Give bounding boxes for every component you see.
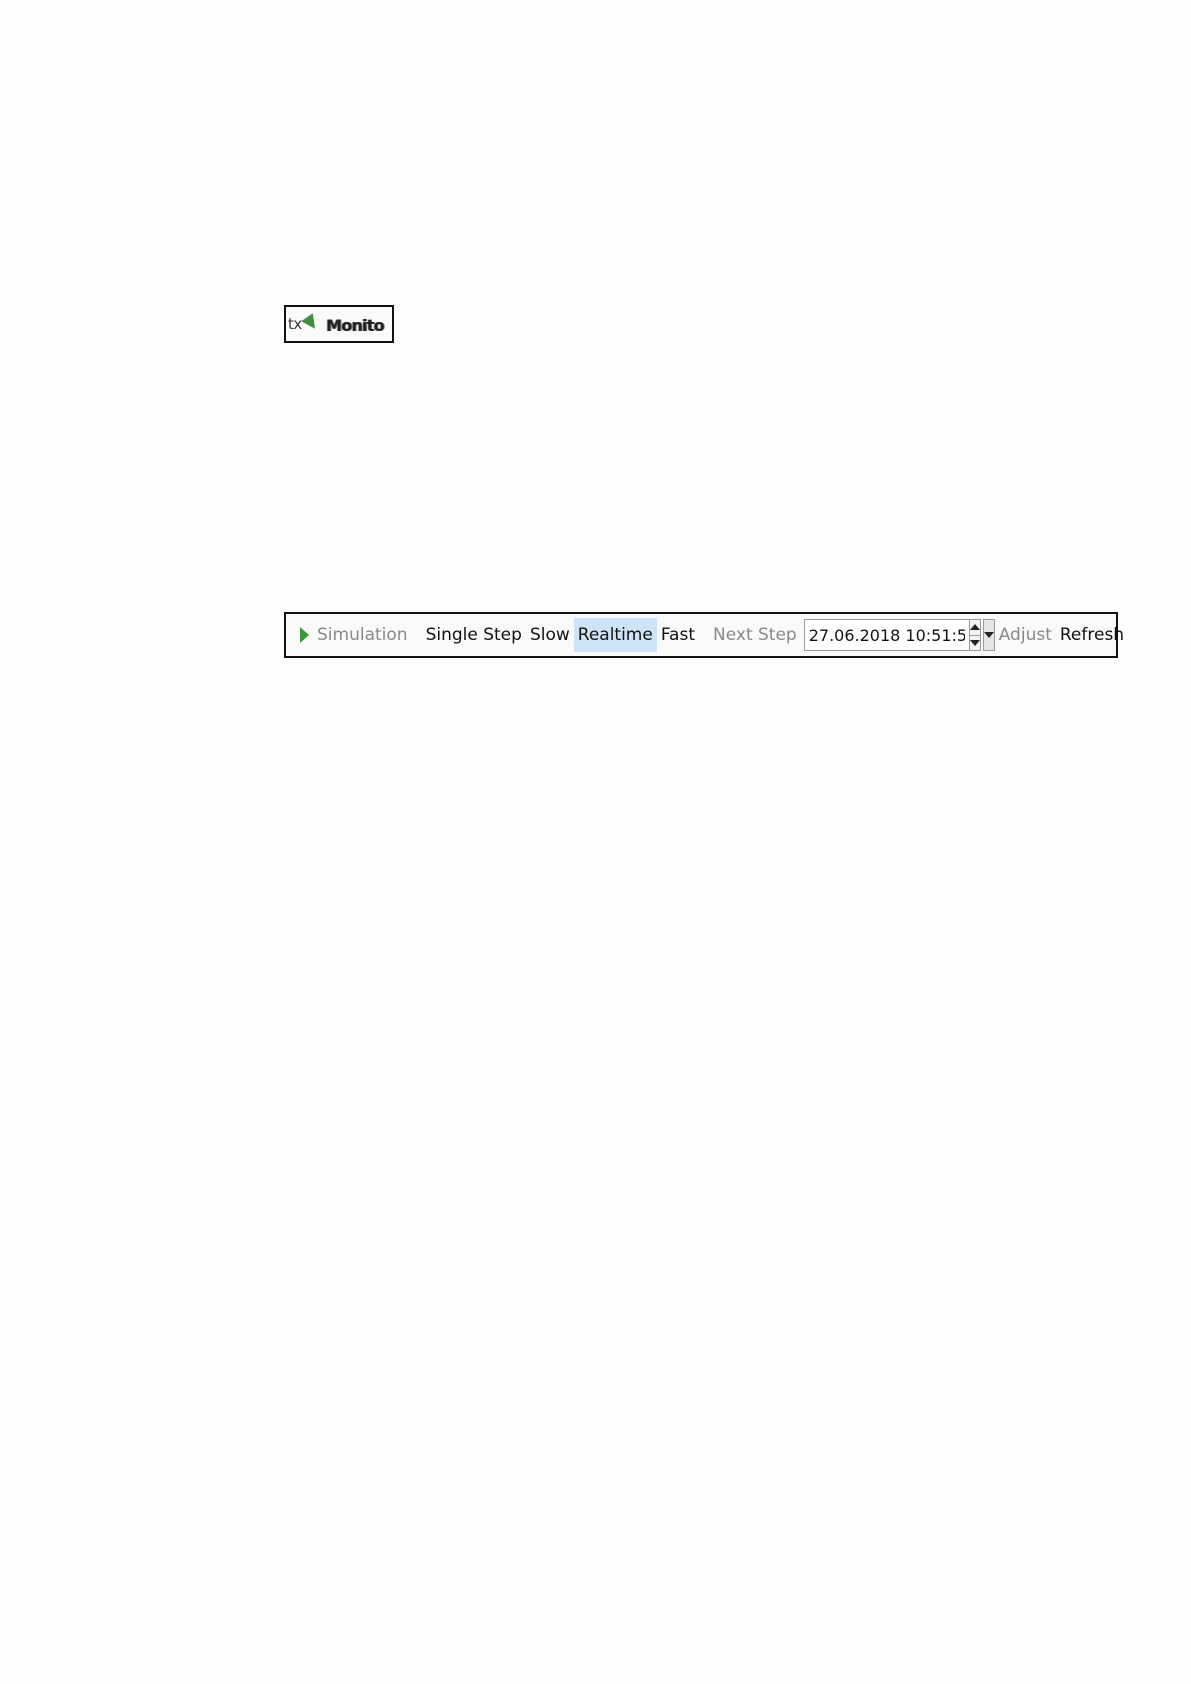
fast-button[interactable]: Fast bbox=[657, 618, 699, 652]
datetime-input[interactable] bbox=[803, 619, 970, 651]
truncated-text-fragment: tx bbox=[288, 315, 302, 333]
monitor-tab-snippet: tx Monito bbox=[284, 305, 394, 343]
arrow-down-icon bbox=[969, 639, 980, 646]
arrow-up-icon bbox=[969, 624, 980, 631]
simulation-label: Simulation bbox=[317, 625, 408, 645]
leaf-icon bbox=[301, 313, 321, 333]
simulation-button[interactable]: Simulation bbox=[296, 618, 412, 652]
slow-button[interactable]: Slow bbox=[526, 618, 574, 652]
datetime-dropdown-button[interactable] bbox=[982, 619, 995, 651]
adjust-button[interactable]: Adjust bbox=[995, 618, 1056, 652]
datetime-spinner bbox=[969, 619, 981, 651]
chevron-down-icon bbox=[983, 632, 994, 638]
spin-down-button[interactable] bbox=[969, 634, 980, 651]
refresh-button[interactable]: Refresh bbox=[1056, 618, 1128, 652]
simulation-toolbar: Simulation Single Step Slow Realtime Fas… bbox=[284, 612, 1124, 658]
play-icon bbox=[300, 627, 309, 643]
realtime-button[interactable]: Realtime bbox=[573, 618, 657, 652]
monitor-tab-label: Monito bbox=[326, 316, 384, 335]
spin-up-button[interactable] bbox=[969, 620, 980, 635]
next-step-button[interactable]: Next Step bbox=[709, 618, 801, 652]
single-step-button[interactable]: Single Step bbox=[422, 618, 526, 652]
